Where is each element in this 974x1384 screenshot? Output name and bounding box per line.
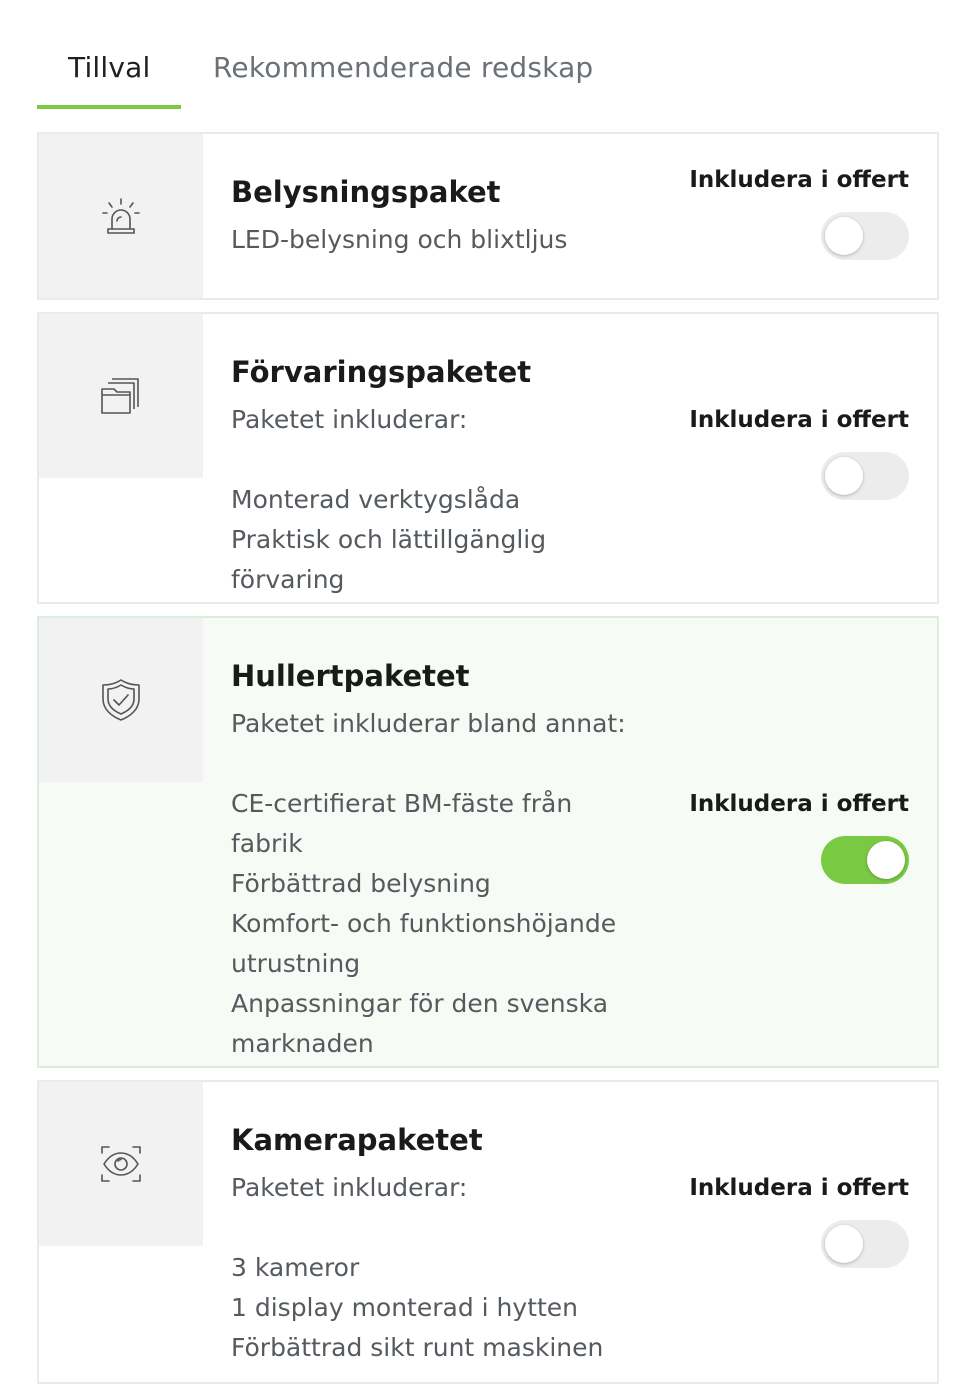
folder-stack-icon [101,378,139,414]
card-text: Förvaringspaketet Paketet inkluderar: Mo… [231,314,671,600]
card-icon-box [39,314,203,478]
option-card-kamerapaketet: Kamerapaketet Paketet inkluderar: 3 kame… [37,1080,939,1384]
card-subtitle: LED-belysning och blixtljus [231,225,568,254]
include-toggle[interactable] [821,1220,909,1268]
card-item-list: Monterad verktygslåda Praktisk och lätti… [231,480,671,600]
toggle-knob [825,457,863,495]
list-item: CE-certifierat BM-fäste från [231,789,573,818]
list-item: marknaden [231,1029,374,1058]
card-title: Hullertpaketet [231,659,470,693]
card-text: Hullertpaketet Paketet inkluderar bland … [231,618,671,1064]
tab-rekommenderade-redskap[interactable]: Rekommenderade redskap [213,48,593,88]
tab-bar: Tillval Rekommenderade redskap [37,0,937,110]
list-item: utrustning [231,949,361,978]
card-title: Belysningspaket [231,175,501,209]
include-toggle[interactable] [821,836,909,884]
option-card-hullertpaketet: Hullertpaketet Paketet inkluderar bland … [37,616,939,1068]
list-item: Praktisk och lättillgänglig [231,525,547,554]
toggle-knob [825,217,863,255]
card-icon-box [39,1082,203,1246]
include-control: Inkludera i offert [679,164,909,264]
option-card-forvaringspaketet: Förvaringspaketet Paketet inkluderar: Mo… [37,312,939,604]
card-icon-box [39,618,203,782]
shield-check-icon [102,679,140,721]
include-label: Inkludera i offert [689,167,909,193]
card-subtitle: Paketet inkluderar bland annat: [231,709,626,738]
beacon-light-icon [102,198,140,234]
include-label: Inkludera i offert [689,407,909,433]
card-text: Kamerapaketet Paketet inkluderar: 3 kame… [231,1082,671,1368]
list-item: fabrik [231,829,303,858]
list-item: förvaring [231,565,345,594]
tab-tillval[interactable]: Tillval [68,48,151,88]
card-icon-box [39,134,203,298]
card-title: Kamerapaketet [231,1123,483,1157]
include-toggle[interactable] [821,452,909,500]
card-title: Förvaringspaketet [231,355,532,389]
card-text: Belysningspaket LED-belysning och blixtl… [231,134,671,260]
active-tab-indicator [37,105,181,109]
camera-eye-icon [101,1146,141,1182]
include-toggle[interactable] [821,212,909,260]
list-item: 1 display monterad i hytten [231,1293,579,1322]
toggle-knob [825,1225,863,1263]
include-label: Inkludera i offert [689,1175,909,1201]
card-subtitle: Paketet inkluderar: [231,405,468,434]
card-subtitle: Paketet inkluderar: [231,1173,468,1202]
include-control: Inkludera i offert [679,1172,909,1272]
include-control: Inkludera i offert [679,404,909,504]
include-label: Inkludera i offert [689,791,909,817]
list-item: Anpassningar för den svenska [231,989,609,1018]
list-item: Förbättrad belysning [231,869,491,898]
option-card-belysningspaket: Belysningspaket LED-belysning och blixtl… [37,132,939,300]
list-item: Monterad verktygslåda [231,485,521,514]
list-item: Förbättrad sikt runt maskinen [231,1333,604,1362]
card-item-list: CE-certifierat BM-fäste från fabrik Förb… [231,784,671,1064]
list-item: Komfort- och funktionshöjande [231,909,617,938]
card-item-list: 3 kameror 1 display monterad i hytten Fö… [231,1248,671,1368]
toggle-knob [867,841,905,879]
list-item: 3 kameror [231,1253,360,1282]
include-control: Inkludera i offert [679,788,909,888]
